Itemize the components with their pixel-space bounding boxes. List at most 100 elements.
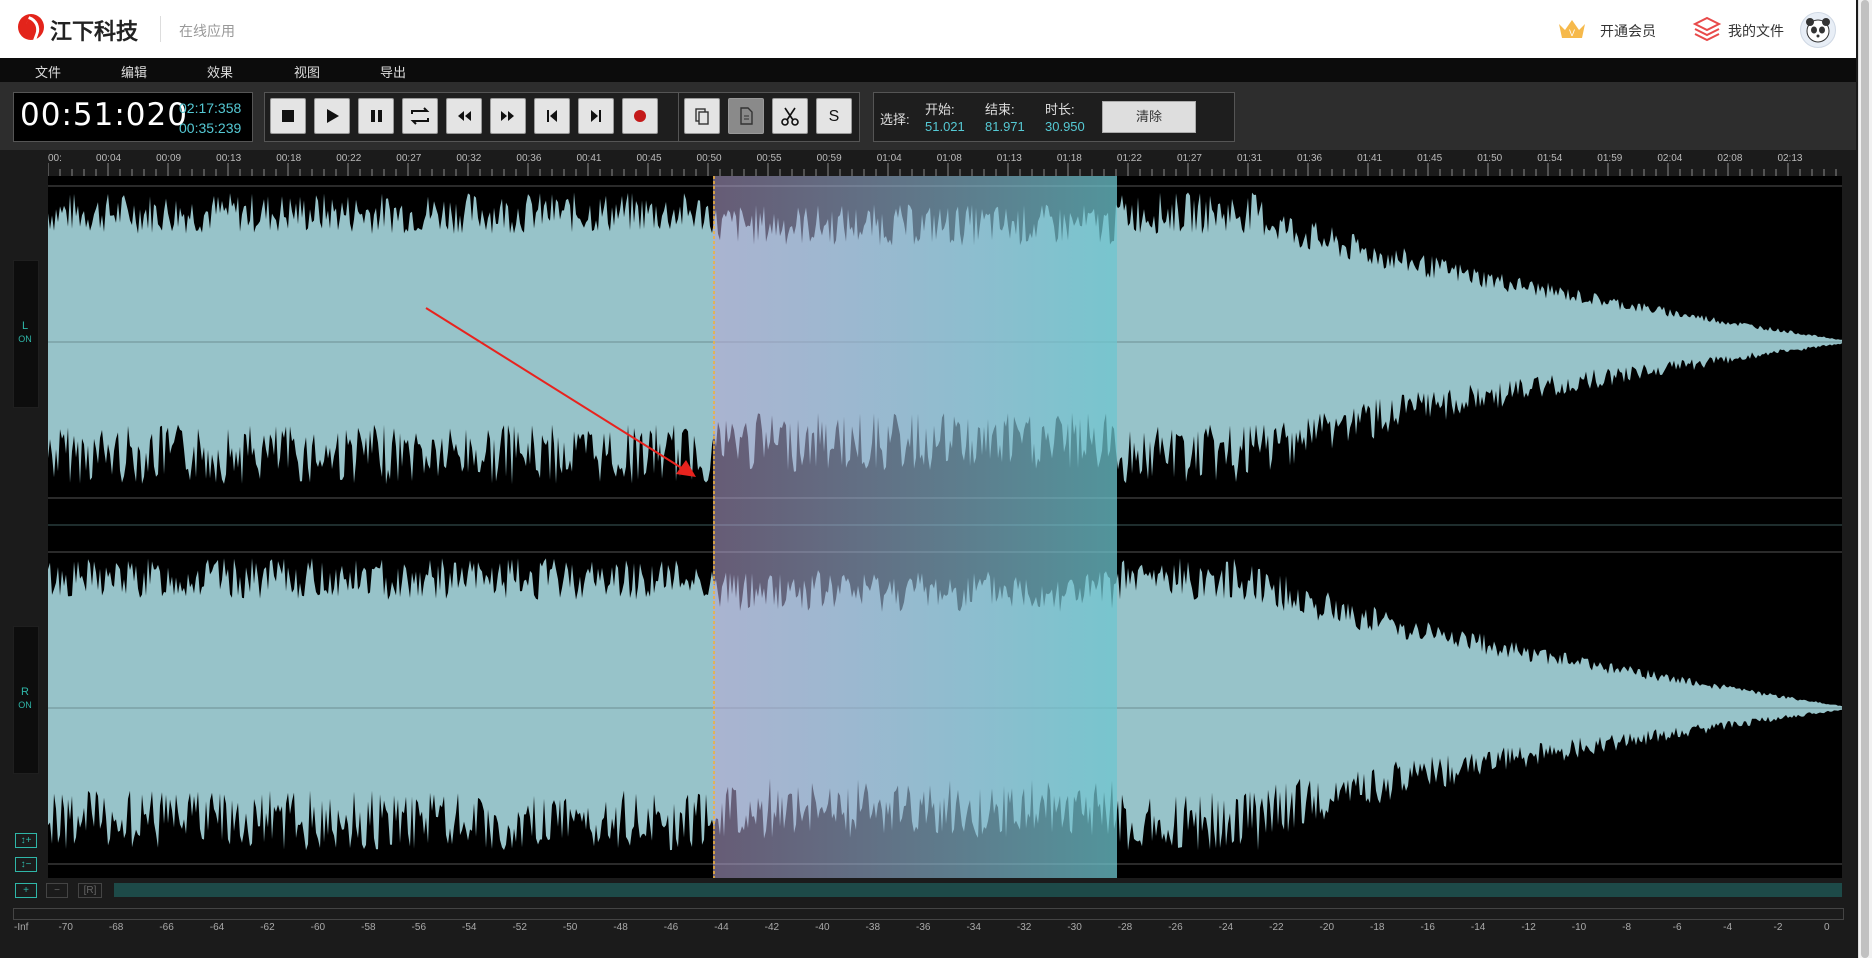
page-scrollbar-thumb[interactable] (1861, 0, 1869, 958)
ruler-tick-label: 01:41 (1357, 153, 1383, 164)
meter-scale-label: -6 (1672, 922, 1682, 933)
meter-scale-label: -62 (260, 922, 275, 933)
ruler-tick-label: 00:36 (516, 153, 542, 164)
total-duration: 02:17:358 (179, 100, 242, 116)
ruler-tick-label: 01:27 (1176, 153, 1202, 164)
meter-scale-label: -48 (613, 922, 628, 933)
menu-effects[interactable]: 效果 (207, 62, 233, 81)
waveform-view[interactable] (48, 176, 1842, 878)
skip-start-icon (547, 110, 557, 122)
ruler-tick-label: 02:04 (1657, 153, 1683, 164)
meter-scale-label: -20 (1319, 922, 1334, 933)
cursor-position: 00:35:239 (179, 120, 242, 136)
selection-duration-label: 时长: (1045, 102, 1075, 117)
brand-name[interactable]: 江下科技 (50, 14, 138, 46)
paste-button[interactable] (728, 98, 764, 134)
selection-end-label: 结束: (985, 102, 1015, 117)
zoom-reset-button[interactable]: [R] (78, 883, 102, 898)
cut-button[interactable] (772, 98, 808, 134)
play-icon (327, 109, 339, 123)
layers-icon[interactable] (1692, 14, 1722, 44)
ruler-tick-label: 00:41 (576, 153, 602, 164)
stop-icon (282, 110, 294, 122)
meter-scale-label: -8 (1622, 922, 1632, 933)
meter-scale-label: -52 (512, 922, 527, 933)
ruler-tick-label: 00:55 (756, 153, 782, 164)
meter-scale-label: -66 (159, 922, 174, 933)
ruler-tick-label: 00:27 (396, 153, 422, 164)
crown-icon[interactable]: V (1557, 16, 1587, 42)
selection-start-value: 51.021 (925, 119, 965, 134)
meter-scale-label: -68 (108, 922, 124, 933)
current-time: 00:51:020 (20, 97, 188, 133)
meter-scale-label: -50 (562, 922, 578, 933)
loop-button[interactable] (402, 98, 438, 134)
paste-icon (740, 107, 753, 125)
meter-scale-label: -22 (1269, 922, 1284, 933)
meter-scale-label: -46 (663, 922, 679, 933)
ruler-tick-label: 01:18 (1056, 153, 1082, 164)
meter-scale-label: -30 (1067, 922, 1082, 933)
fast-forward-icon (501, 111, 514, 121)
ruler-tick-label: 01:45 (1417, 153, 1443, 164)
meter-scale-label: 0 (1824, 922, 1830, 933)
vertical-zoom-in-button[interactable]: ↕+ (15, 833, 37, 848)
copy-icon (695, 108, 709, 125)
fast-forward-button[interactable] (490, 98, 526, 134)
horizontal-zoom-in-button[interactable]: + (15, 883, 37, 898)
horizontal-zoom-out-button[interactable]: − (46, 883, 68, 898)
horizontal-scrollbar[interactable] (13, 908, 1844, 920)
menu-bar (0, 58, 1856, 82)
record-button[interactable] (622, 98, 658, 134)
meter-scale-label: -54 (462, 922, 477, 933)
clear-selection-button[interactable]: 清除 (1102, 101, 1196, 133)
play-button[interactable] (314, 98, 350, 134)
ruler-tick-label: 00:45 (636, 153, 662, 164)
skip-to-start-button[interactable] (534, 98, 570, 134)
meter-scale-label: -38 (865, 922, 880, 933)
svg-text:V: V (1569, 28, 1575, 38)
ruler-tick-label: 02:13 (1777, 153, 1803, 164)
header-divider (160, 16, 161, 42)
selection-end-value: 81.971 (985, 119, 1025, 134)
left-channel-state[interactable]: ON (13, 334, 37, 344)
meter-scale-label: -42 (764, 922, 780, 933)
meter-scale-label: -10 (1571, 922, 1587, 933)
ruler-tick-label: 01:04 (876, 153, 902, 164)
meter-scale-label: -56 (411, 922, 426, 933)
copy-button[interactable] (684, 98, 720, 134)
right-channel-state[interactable]: ON (13, 700, 37, 710)
menu-edit[interactable]: 编辑 (121, 62, 147, 81)
vertical-zoom-out-button[interactable]: ↕− (15, 857, 37, 872)
silence-button[interactable]: S (816, 98, 852, 134)
selection-region[interactable] (713, 176, 1117, 878)
selection-label: 选择: (880, 112, 910, 127)
meter-scale-label: -18 (1370, 922, 1385, 933)
user-avatar[interactable] (1800, 12, 1836, 48)
menu-file[interactable]: 文件 (35, 62, 61, 81)
waveform-canvas (48, 176, 1842, 878)
panda-avatar-icon (1806, 18, 1830, 43)
ruler-tick-label: 01:22 (1116, 153, 1142, 164)
ruler-tick-label: 00:18 (276, 153, 302, 164)
meter-scale-label: -36 (916, 922, 931, 933)
rewind-button[interactable] (446, 98, 482, 134)
ruler-tick-label: 00:22 (336, 153, 362, 164)
menu-export[interactable]: 导出 (380, 62, 406, 81)
ruler-tick-label: 01:59 (1597, 153, 1623, 164)
meter-scale-label: -44 (714, 922, 729, 933)
meter-scale-label: -4 (1723, 922, 1733, 933)
stop-button[interactable] (270, 98, 306, 134)
ruler-tick-label: 01:36 (1297, 153, 1323, 164)
vip-link[interactable]: 开通会员 (1600, 21, 1656, 41)
overview-scroll-bar[interactable] (114, 883, 1842, 897)
my-files-link[interactable]: 我的文件 (1728, 21, 1784, 41)
selection-start-label: 开始: (925, 102, 955, 117)
skip-to-end-button[interactable] (578, 98, 614, 134)
menu-view[interactable]: 视图 (294, 62, 320, 81)
silence-icon: S (828, 108, 840, 125)
ruler-tick-label: 00:13 (216, 153, 242, 164)
record-icon (634, 110, 646, 122)
pause-button[interactable] (358, 98, 394, 134)
meter-scale-label: -Inf (14, 922, 29, 933)
